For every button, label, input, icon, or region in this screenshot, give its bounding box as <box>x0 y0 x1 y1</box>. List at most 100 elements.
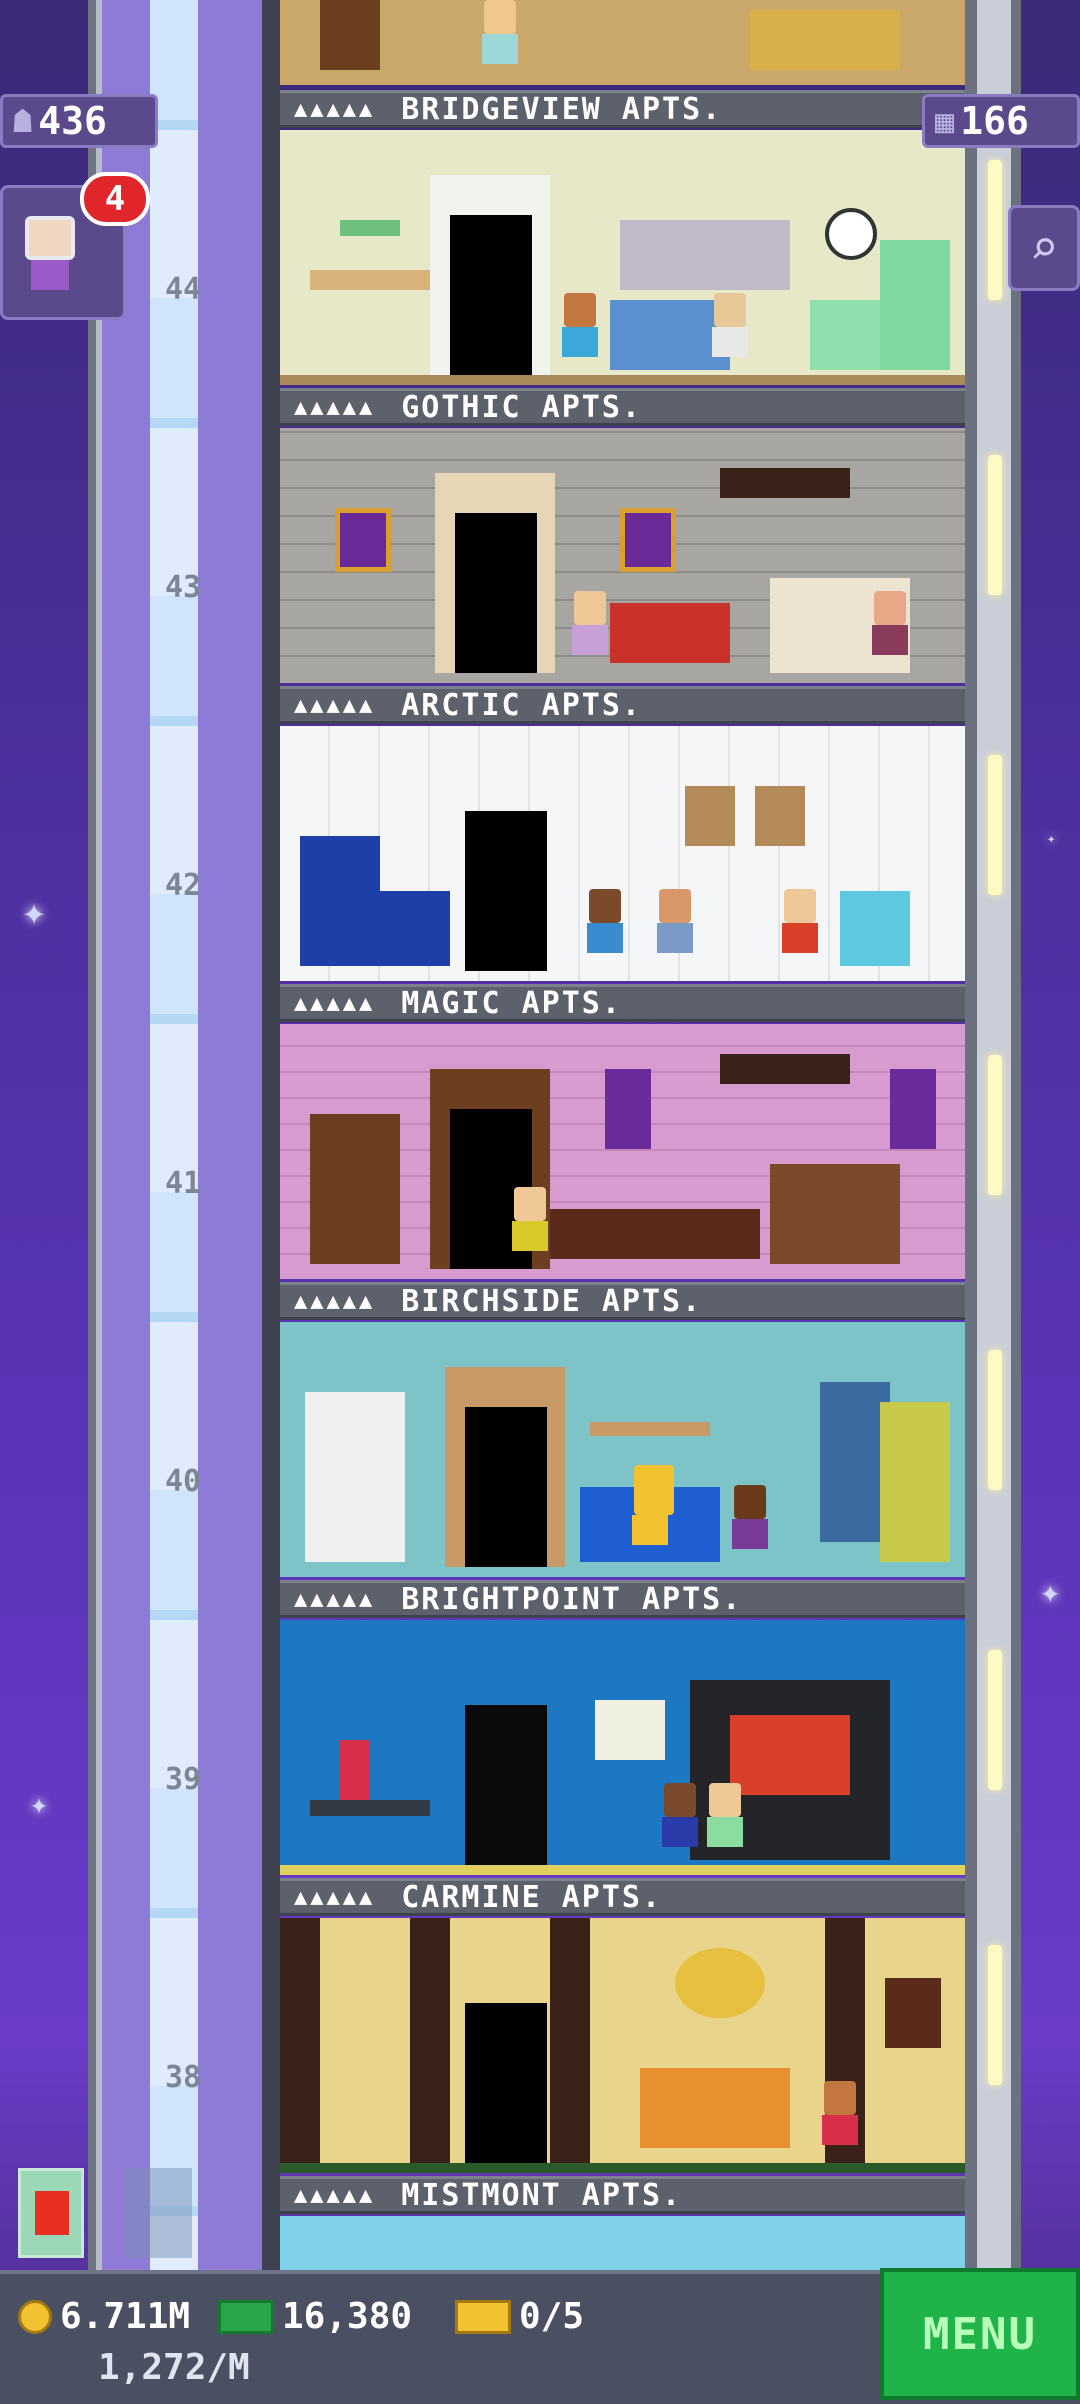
floor-label-bar[interactable]: ▲▲▲▲▲ BRIGHTPOINT APTS. <box>280 1580 965 1618</box>
wall-light <box>988 1350 1002 1490</box>
door[interactable] <box>465 2003 547 2163</box>
notification-count: 4 <box>104 179 126 219</box>
floor-name: MAGIC APTS. <box>401 985 622 1021</box>
menu-button[interactable]: MENU <box>880 2268 1080 2400</box>
door[interactable] <box>465 1407 547 1567</box>
floor-count-counter[interactable]: ▦ 166 <box>922 94 1080 148</box>
floor-label-bar[interactable]: ▲▲▲▲▲ MISTMONT APTS. <box>280 2176 965 2214</box>
pillar-decor <box>280 1918 320 2173</box>
resident[interactable] <box>560 293 600 373</box>
desk-decor <box>550 1209 760 1259</box>
resident[interactable] <box>585 889 625 969</box>
fries-shortcut-button[interactable] <box>18 2168 84 2258</box>
occupancy-icons: ▲▲▲▲▲ <box>294 394 376 420</box>
clock-icon <box>825 208 877 260</box>
shaft-floor-number: 44 <box>164 272 202 307</box>
wall-light <box>988 1055 1002 1195</box>
picture-frame-decor <box>685 786 735 846</box>
bux-icon <box>218 2299 274 2334</box>
tickets-value: 0/5 <box>519 2296 585 2337</box>
floor-name: ARCTIC APTS. <box>401 687 642 723</box>
flower-vase-decor <box>340 1740 370 1800</box>
floor-37-partial[interactable] <box>280 2216 965 2270</box>
coins-value: 6.711M <box>60 2296 191 2337</box>
tv-screen-decor <box>730 1715 850 1795</box>
resident[interactable] <box>710 293 750 373</box>
search-button[interactable]: ⌕ <box>1008 205 1080 291</box>
floor-label-bar[interactable]: ▲▲▲▲▲ BIRCHSIDE APTS. <box>280 1282 965 1320</box>
floor-label-bar[interactable]: ▲▲▲▲▲ GOTHIC APTS. <box>280 388 965 426</box>
resident[interactable] <box>705 1783 745 1863</box>
resident[interactable] <box>480 0 520 80</box>
resident[interactable] <box>655 889 695 969</box>
elevator-shaft[interactable] <box>88 0 278 2270</box>
shield-decor <box>620 508 676 572</box>
floor-label-bar[interactable]: ▲▲▲▲▲ MAGIC APTS. <box>280 984 965 1022</box>
banner-decor <box>605 1069 651 1149</box>
coins-rate-value: 1,272/M <box>98 2347 250 2388</box>
fridge-decor <box>880 240 950 370</box>
notification-badge: 4 <box>80 172 150 226</box>
wall-light <box>988 755 1002 895</box>
door[interactable] <box>465 811 547 971</box>
table-decor <box>310 270 430 290</box>
shaft-floor-number: 40 <box>164 1464 202 1499</box>
armchair-decor <box>840 891 910 966</box>
floor-44[interactable] <box>280 130 965 385</box>
floor-42[interactable] <box>280 726 965 981</box>
floor-38[interactable] <box>280 1918 965 2173</box>
floor-label-bar[interactable]: ▲▲▲▲▲ ARCTIC APTS. <box>280 686 965 724</box>
wall-light <box>988 160 1002 300</box>
fridge-decor <box>300 836 380 966</box>
painting-decor <box>595 1700 665 1760</box>
resident[interactable] <box>510 1187 550 1267</box>
tickets-stat[interactable]: 0/5 <box>455 2296 584 2337</box>
floor-41[interactable] <box>280 1024 965 1279</box>
shaft-floor-number: 43 <box>164 570 202 605</box>
floor-40[interactable] <box>280 1322 965 1577</box>
building-icon: ▦ <box>935 102 955 140</box>
tower-left-wall <box>262 0 280 2270</box>
wall-light <box>988 1650 1002 1790</box>
floor-45-partial[interactable] <box>280 0 965 85</box>
floor-43[interactable] <box>280 428 965 683</box>
resident[interactable] <box>870 591 910 671</box>
coins-stat[interactable]: 6.711M <box>18 2296 190 2337</box>
occupancy-icons: ▲▲▲▲▲ <box>294 96 376 122</box>
occupancy-icons: ▲▲▲▲▲ <box>294 2182 376 2208</box>
population-counter[interactable]: ☗ 436 <box>0 94 158 148</box>
resident[interactable] <box>660 1783 700 1863</box>
resident[interactable] <box>630 1465 674 1565</box>
picture-frame-decor <box>755 786 805 846</box>
resident[interactable] <box>820 2081 860 2161</box>
bux-stat[interactable]: 16,380 <box>218 2296 412 2337</box>
banner-decor <box>890 1069 936 1149</box>
resident[interactable] <box>730 1485 770 1565</box>
floor-name: MISTMONT APTS. <box>401 2177 683 2213</box>
door[interactable] <box>455 513 537 673</box>
occupancy-icons: ▲▲▲▲▲ <box>294 1884 376 1910</box>
floor-label-bar[interactable]: ▲▲▲▲▲ BRIDGEVIEW APTS. <box>280 90 965 128</box>
bed-decor <box>640 2068 790 2148</box>
door[interactable] <box>465 1705 547 1865</box>
occupancy-icons: ▲▲▲▲▲ <box>294 990 376 1016</box>
table-decor <box>310 1800 430 1816</box>
secondary-shortcut-button[interactable] <box>126 2168 192 2258</box>
sky-star: ✦ <box>30 1787 49 1822</box>
fries-icon <box>35 2191 69 2235</box>
ticket-icon <box>455 2299 511 2334</box>
occupancy-icons: ▲▲▲▲▲ <box>294 1288 376 1314</box>
floor-name: BRIDGEVIEW APTS. <box>401 91 723 127</box>
resident[interactable] <box>780 889 820 969</box>
floor-label-bar[interactable]: ▲▲▲▲▲ CARMINE APTS. <box>280 1878 965 1916</box>
person-icon: ☗ <box>13 102 33 140</box>
painting-decor <box>885 1978 941 2048</box>
floor-name: GOTHIC APTS. <box>401 389 642 425</box>
door[interactable] <box>450 215 532 375</box>
resident[interactable] <box>570 591 610 671</box>
bookshelf-decor <box>320 0 380 70</box>
floor-name: CARMINE APTS. <box>401 1879 663 1915</box>
floor-39[interactable] <box>280 1620 965 1875</box>
sky-star: ✦ <box>22 889 47 935</box>
shaft-floor-number: 42 <box>164 868 202 903</box>
